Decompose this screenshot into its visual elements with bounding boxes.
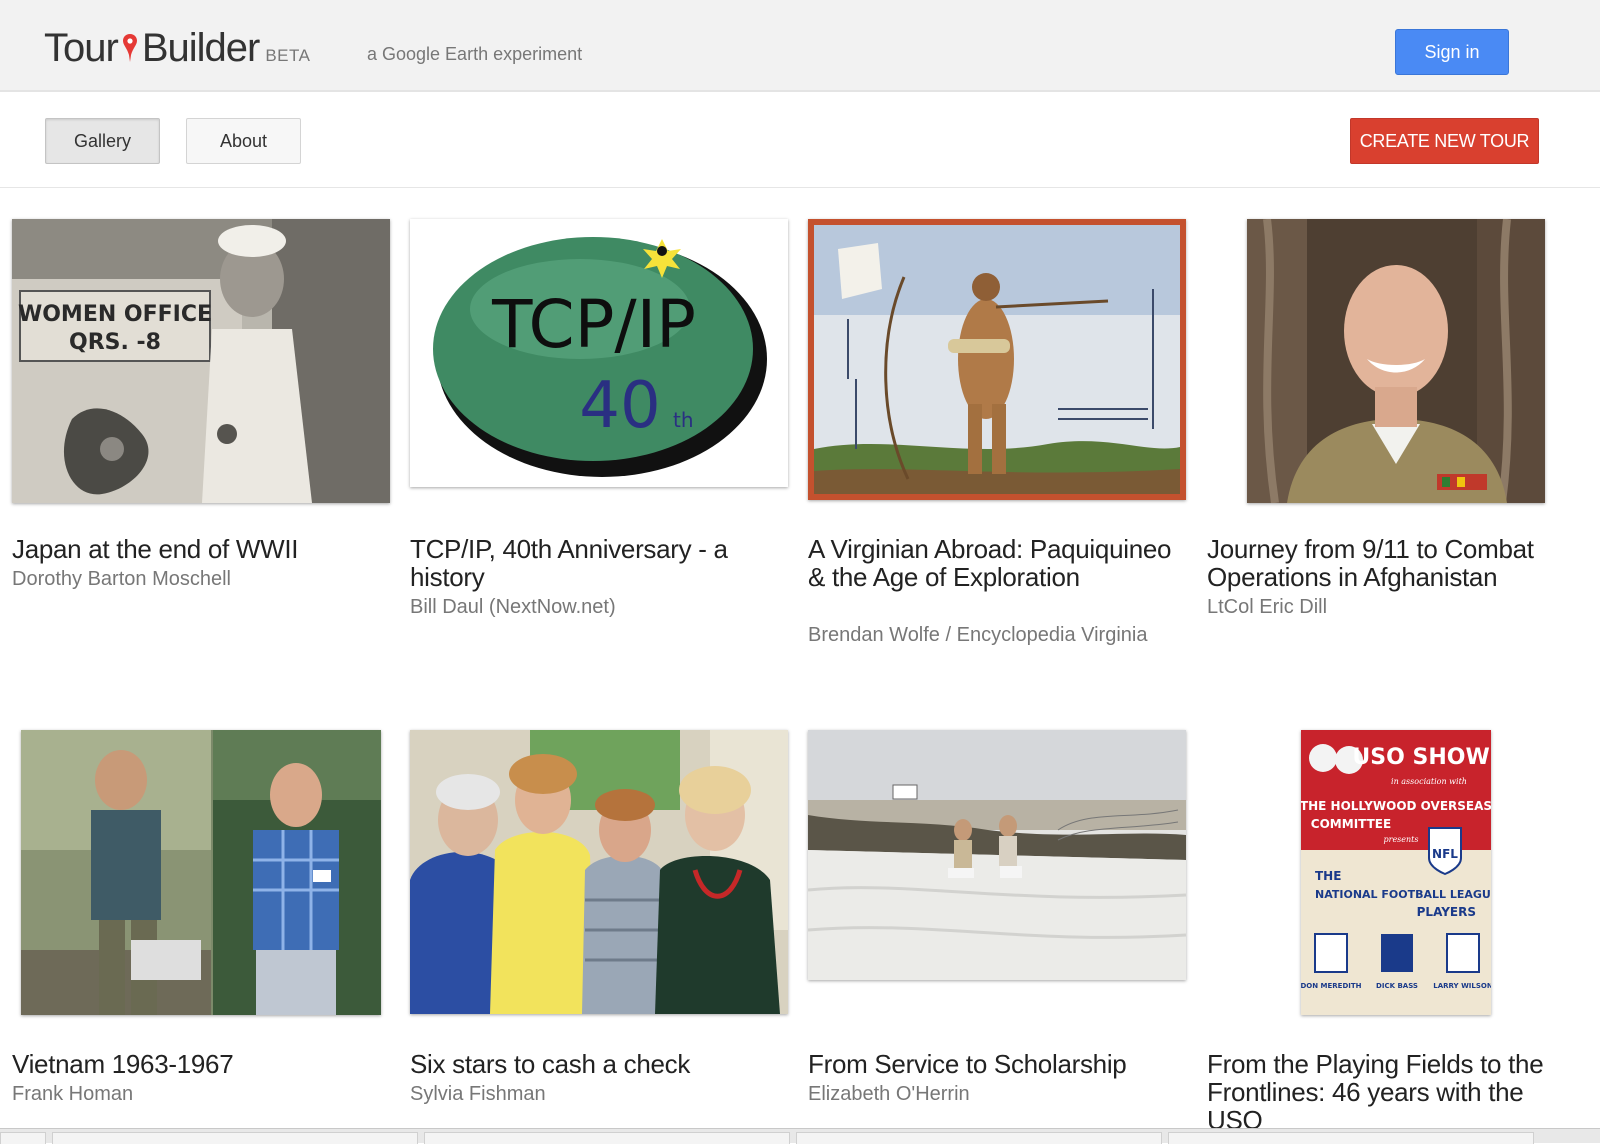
logo-word-builder: Builder	[141, 26, 261, 70]
tour-thumbnail[interactable]	[808, 730, 1186, 980]
tour-builder-logo[interactable]: Tour Builder BETA	[44, 28, 310, 68]
uso-assoc-text: in association with	[1391, 777, 1467, 786]
uso-player1: DON MEREDITH	[1301, 982, 1362, 990]
nav-bar: Gallery About CREATE NEW TOUR	[0, 94, 1600, 188]
uso-header-text: USO SHOWS	[1352, 745, 1491, 770]
uso-committee-text: THE HOLLYWOOD OVERSEAS	[1301, 799, 1491, 813]
tour-author: Frank Homan	[12, 1083, 134, 1105]
sign-text-line1: WOMEN OFFICE	[18, 302, 212, 327]
tour-thumbnail[interactable]	[21, 730, 381, 1015]
tour-thumbnail[interactable]: USO SHOWS in association with THE HOLLYW…	[1301, 730, 1491, 1015]
beta-badge: BETA	[265, 46, 311, 65]
tab-about[interactable]: About	[186, 118, 301, 164]
tour-title[interactable]: Vietnam 1963-1967	[12, 1050, 390, 1078]
tour-title[interactable]: A Virginian Abroad: Paquiquineo & the Ag…	[808, 535, 1186, 591]
bottom-scroll-strip[interactable]	[0, 1128, 1600, 1144]
tab-gallery[interactable]: Gallery	[45, 118, 160, 164]
tcpip-text: TCP/IP	[491, 286, 696, 363]
top-header: Tour Builder BETA a Google Earth experim…	[0, 0, 1600, 92]
tour-thumbnail[interactable]	[410, 730, 788, 1014]
uso-line2: NATIONAL FOOTBALL LEAGUE	[1315, 888, 1491, 901]
tour-thumbnail[interactable]	[808, 219, 1186, 500]
tour-author: Brendan Wolfe / Encyclopedia Virginia	[808, 624, 1148, 646]
tour-thumbnail[interactable]: TCP/IP 40 th	[410, 219, 788, 487]
tour-title[interactable]: From the Playing Fields to the Frontline…	[1207, 1050, 1585, 1134]
tour-author: Bill Daul (NextNow.net)	[410, 596, 616, 618]
tour-author: Sylvia Fishman	[410, 1083, 546, 1105]
tcpip-number: 40	[579, 369, 660, 443]
uso-committee-text-2: COMMITTEE	[1311, 817, 1391, 831]
strip-segment	[1168, 1132, 1534, 1144]
uso-line3: PLAYERS	[1417, 905, 1476, 919]
uso-player3: LARRY WILSON	[1433, 982, 1491, 990]
tcpip-suffix: th	[673, 408, 694, 432]
tour-author: Dorothy Barton Moschell	[12, 568, 231, 590]
sign-text-line2: QRS. -8	[69, 330, 161, 355]
nfl-shield-text: NFL	[1432, 847, 1458, 861]
strip-segment	[0, 1132, 46, 1144]
strip-segment	[424, 1132, 790, 1144]
strip-segment	[796, 1132, 1162, 1144]
strip-segment	[52, 1132, 418, 1144]
sign-in-button[interactable]: Sign in	[1395, 29, 1509, 75]
tour-thumbnail[interactable]: WOMEN OFFICE QRS. -8	[12, 219, 390, 503]
uso-player2: DICK BASS	[1376, 982, 1418, 990]
tour-title[interactable]: Japan at the end of WWII	[12, 535, 390, 563]
tour-title[interactable]: TCP/IP, 40th Anniversary - a history	[410, 535, 788, 591]
tour-author: LtCol Eric Dill	[1207, 596, 1328, 618]
create-new-tour-button[interactable]: CREATE NEW TOUR	[1350, 118, 1539, 164]
uso-presents-text: presents	[1384, 835, 1419, 844]
tour-title[interactable]: Journey from 9/11 to Combat Operations i…	[1207, 535, 1585, 591]
tour-title[interactable]: From Service to Scholarship	[808, 1050, 1186, 1078]
uso-line1: THE	[1315, 869, 1341, 883]
logo-word-tour: Tour	[44, 26, 119, 70]
map-pin-icon	[122, 33, 138, 63]
tour-author: Elizabeth O'Herrin	[808, 1083, 970, 1105]
tour-thumbnail[interactable]	[1247, 219, 1545, 503]
tour-title[interactable]: Six stars to cash a check	[410, 1050, 788, 1078]
tagline: a Google Earth experiment	[367, 44, 583, 64]
